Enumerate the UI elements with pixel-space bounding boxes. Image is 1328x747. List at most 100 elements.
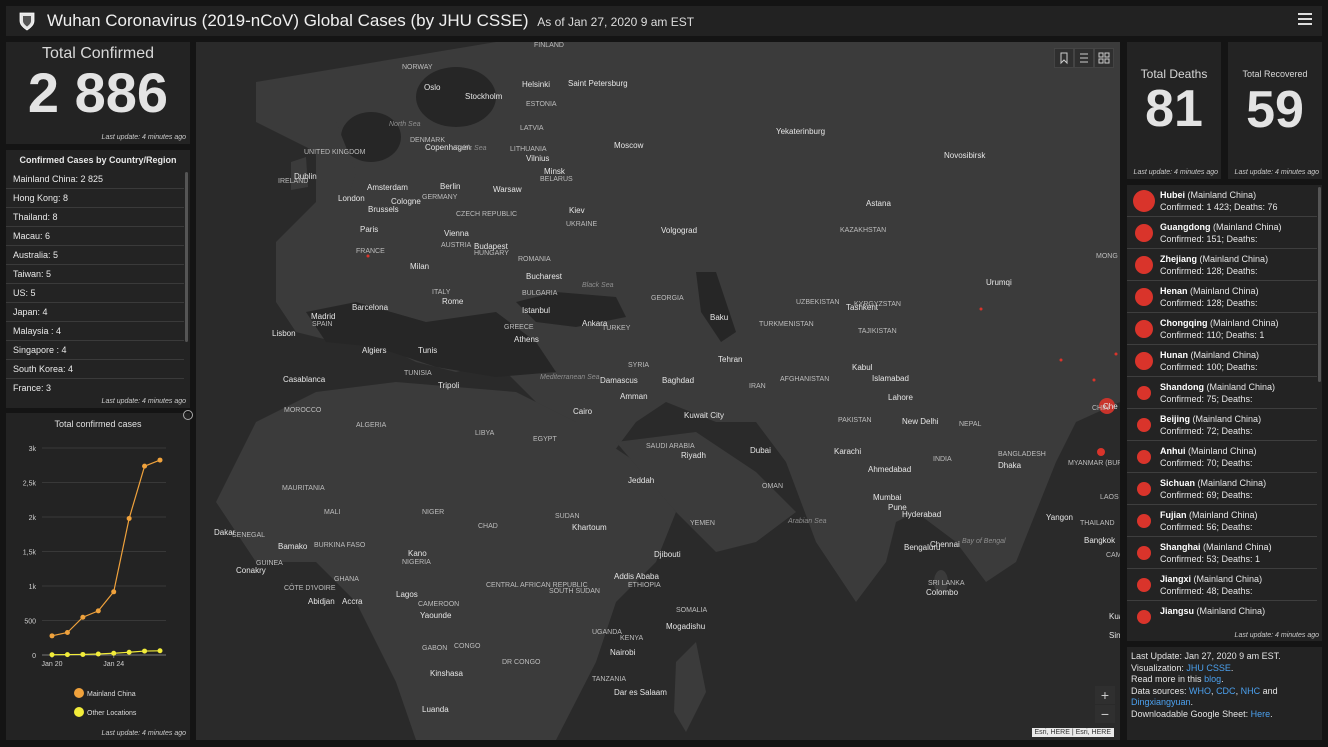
blog-link[interactable]: blog (1204, 674, 1221, 684)
dingxiangyuan-link[interactable]: Dingxiangyuan (1131, 697, 1191, 707)
map-label: Black Sea (582, 282, 614, 289)
map-label: CONGO (454, 643, 481, 650)
province-region: (Mainland China) (1197, 478, 1267, 488)
map-label: FRANCE (356, 248, 385, 255)
country-list-item[interactable]: Australia: 5 (6, 246, 184, 265)
who-link[interactable]: WHO (1189, 686, 1211, 696)
province-region: (Mainland China) (1189, 510, 1258, 520)
map-label: Tunis (418, 346, 438, 355)
map-label: TURKEY (602, 325, 631, 332)
total-recovered-label: Total Recovered (1242, 69, 1308, 79)
country-list-item[interactable]: France: 3 (6, 379, 184, 396)
province-list-item[interactable]: Shandong (Mainland China) Confirmed: 75; … (1127, 377, 1317, 409)
province-name: Anhui (Mainland China) (1160, 446, 1257, 456)
map-label: Bangkok (1084, 536, 1116, 545)
zoom-in-button[interactable]: + (1095, 686, 1115, 704)
country-list-item[interactable]: Hong Kong: 8 (6, 189, 184, 208)
map-label: YEMEN (690, 520, 715, 527)
basemap-gallery-icon[interactable] (1094, 48, 1114, 68)
cdc-link[interactable]: CDC (1216, 686, 1236, 696)
province-list-item[interactable]: Guangdong (Mainland China) Confirmed: 151… (1127, 217, 1317, 249)
province-list-item[interactable]: Jiangxi (Mainland China) Confirmed: 48; D… (1127, 569, 1317, 601)
title-text: Wuhan Coronavirus (2019-nCoV) Global Cas… (47, 11, 529, 30)
province-list-item[interactable]: Shanghai (Mainland China) Confirmed: 53; … (1127, 537, 1317, 569)
country-list-item[interactable]: Singapore : 4 (6, 341, 184, 360)
province-name: Hunan (Mainland China) (1160, 350, 1259, 360)
province-region: (Mainland China) (1187, 190, 1257, 200)
map-attribution[interactable]: Esri, HERE | Esri, HERE (1031, 728, 1114, 737)
map-label: SENEGAL (232, 532, 266, 539)
legend-swatch (74, 688, 84, 698)
map-label: Che (1103, 402, 1118, 411)
data-point (49, 633, 55, 639)
legend-list-icon[interactable] (1074, 48, 1094, 68)
map-label: Dubai (750, 446, 771, 455)
province-list-item[interactable]: Zhejiang (Mainland China) Confirmed: 128;… (1127, 249, 1317, 281)
map-label: Barcelona (352, 303, 389, 312)
country-list-item[interactable]: South Korea: 4 (6, 360, 184, 379)
map-label: Yekaterinburg (776, 127, 826, 136)
province-stats: Confirmed: 100; Deaths: (1160, 362, 1258, 372)
province-name-bold: Fujian (1160, 510, 1187, 520)
map-label: New Delhi (902, 417, 939, 426)
map-label: Jeddah (628, 476, 655, 485)
info-sources-cont: Dingxiangyuan. (1131, 697, 1194, 707)
map-label: Berlin (440, 182, 461, 191)
province-list-item[interactable]: Sichuan (Mainland China) Confirmed: 69; D… (1127, 473, 1317, 505)
bookmark-icon[interactable] (1054, 48, 1074, 68)
expand-chart-icon[interactable] (183, 410, 193, 420)
country-list-item[interactable]: Mainland China: 2 825 (6, 170, 184, 189)
province-list-item[interactable]: Beijing (Mainland China) Confirmed: 72; D… (1127, 409, 1317, 441)
province-list[interactable]: Hubei (Mainland China) Confirmed: 1 423; … (1127, 185, 1317, 629)
map-view[interactable]: FINLAND NORWAY Oslo Helsinki Saint Petersbur… (196, 42, 1120, 740)
province-stats: Confirmed: 75; Deaths: (1160, 394, 1253, 404)
country-list-item[interactable]: Malaysia : 4 (6, 322, 184, 341)
case-marker-icon (1135, 352, 1153, 370)
map-label: Kabul (852, 363, 873, 372)
country-list-item[interactable]: Macau: 6 (6, 227, 184, 246)
map-label: Lisbon (272, 329, 296, 338)
data-point (126, 515, 132, 521)
province-list-item[interactable]: Henan (Mainland China) Confirmed: 128; De… (1127, 281, 1317, 313)
nhc-link[interactable]: NHC (1241, 686, 1261, 696)
map-label: KENYA (620, 635, 644, 642)
map-label: Kano (408, 549, 427, 558)
map-label: Baku (710, 313, 729, 322)
country-list-item[interactable]: Thailand: 8 (6, 208, 184, 227)
map-label: ALGERIA (356, 422, 387, 429)
zoom-out-button[interactable]: − (1095, 705, 1115, 723)
google-sheet-link[interactable]: Here (1251, 709, 1271, 719)
province-name-bold: Shandong (1160, 382, 1204, 392)
province-name: Hubei (Mainland China) (1160, 190, 1256, 200)
country-list-item[interactable]: US: 5 (6, 284, 184, 303)
province-name-bold: Henan (1160, 286, 1188, 296)
jhu-csse-link[interactable]: JHU CSSE (1186, 663, 1231, 673)
province-list-item[interactable]: Jiangsu (Mainland China) (1127, 601, 1317, 629)
map-label: Accra (342, 597, 363, 606)
map-label: Lagos (396, 590, 418, 599)
province-stats: Confirmed: 128; Deaths: (1160, 266, 1258, 276)
province-list-item[interactable]: Chongqing (Mainland China) Confirmed: 110… (1127, 313, 1317, 345)
country-list[interactable]: Mainland China: 2 825 Hong Kong: 8 Thailan… (6, 170, 184, 396)
menu-icon[interactable] (1298, 13, 1312, 27)
info-last-update: Last Update: Jan 27, 2020 9 am EST. (1131, 651, 1281, 661)
map-label: NEPAL (959, 421, 982, 428)
map-label: INDIA (933, 456, 952, 463)
province-stats: Confirmed: 56; Deaths: (1160, 522, 1253, 532)
chart-updated: Last update: 4 minutes ago (101, 730, 186, 737)
map-label: SUDAN (555, 513, 580, 520)
province-name: Henan (Mainland China) (1160, 286, 1259, 296)
map-label: Yaounde (420, 611, 452, 620)
map-label: SYRIA (628, 362, 650, 369)
map-label: Abidjan (308, 597, 335, 606)
country-list-item[interactable]: Japan: 4 (6, 303, 184, 322)
province-region: (Mainland China) (1199, 254, 1269, 264)
country-list-item[interactable]: Taiwan: 5 (6, 265, 184, 284)
province-list-item[interactable]: Hunan (Mainland China) Confirmed: 100; De… (1127, 345, 1317, 377)
province-list-item[interactable]: Fujian (Mainland China) Confirmed: 56; De… (1127, 505, 1317, 537)
province-list-scrollbar[interactable] (1318, 187, 1321, 382)
province-list-item[interactable]: Hubei (Mainland China) Confirmed: 1 423; … (1127, 185, 1317, 217)
country-list-scrollbar[interactable] (185, 172, 188, 342)
province-list-item[interactable]: Anhui (Mainland China) Confirmed: 70; Dea… (1127, 441, 1317, 473)
map-label: Rome (442, 297, 464, 306)
